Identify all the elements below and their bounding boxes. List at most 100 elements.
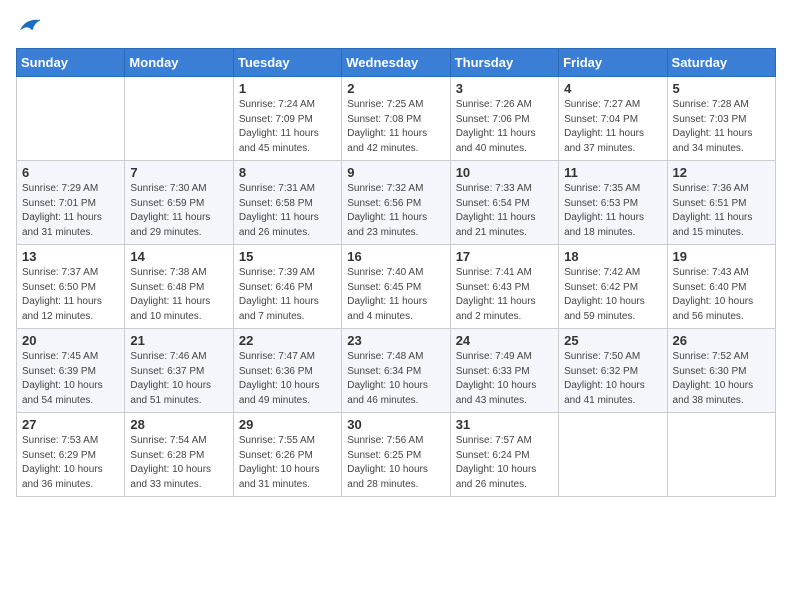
day-number: 30 [347,417,444,432]
calendar-week-row: 6Sunrise: 7:29 AM Sunset: 7:01 PM Daylig… [17,161,776,245]
calendar-cell: 23 Sunrise: 7:48 AM Sunset: 6:34 PM Dayli… [342,329,450,413]
calendar-cell: 12 Sunrise: 7:36 AM Sunset: 6:51 PM Dayli… [667,161,775,245]
calendar-cell: 15 Sunrise: 7:39 AM Sunset: 6:46 PM Dayli… [233,245,341,329]
day-info: Sunrise: 7:48 AM Sunset: 6:34 PM Dayligh… [347,350,444,408]
calendar-cell: 24 Sunrise: 7:49 AM Sunset: 6:33 PM Dayli… [450,329,558,413]
calendar-cell: 19 Sunrise: 7:43 AM Sunset: 6:40 PM Dayli… [667,245,775,329]
calendar-cell: 5Sunrise: 7:28 AM Sunset: 7:03 PM Daylig… [667,77,775,161]
calendar-header-row: SundayMondayTuesdayWednesdayThursdayFrid… [17,49,776,77]
day-number: 21 [130,333,227,348]
calendar-cell [559,413,667,497]
calendar-cell: 6Sunrise: 7:29 AM Sunset: 7:01 PM Daylig… [17,161,125,245]
day-number: 3 [456,81,553,96]
day-info: Sunrise: 7:36 AM Sunset: 6:51 PM Dayligh… [673,182,770,240]
day-info: Sunrise: 7:42 AM Sunset: 6:42 PM Dayligh… [564,266,661,324]
weekday-header: Sunday [17,49,125,77]
day-info: Sunrise: 7:33 AM Sunset: 6:54 PM Dayligh… [456,182,553,240]
day-info: Sunrise: 7:47 AM Sunset: 6:36 PM Dayligh… [239,350,336,408]
weekday-header: Tuesday [233,49,341,77]
calendar-cell: 28 Sunrise: 7:54 AM Sunset: 6:28 PM Dayli… [125,413,233,497]
page-header [16,16,776,36]
calendar-cell: 10 Sunrise: 7:33 AM Sunset: 6:54 PM Dayli… [450,161,558,245]
calendar-cell: 22 Sunrise: 7:47 AM Sunset: 6:36 PM Dayli… [233,329,341,413]
day-info: Sunrise: 7:41 AM Sunset: 6:43 PM Dayligh… [456,266,553,324]
day-info: Sunrise: 7:25 AM Sunset: 7:08 PM Dayligh… [347,98,444,156]
day-number: 10 [456,165,553,180]
day-info: Sunrise: 7:40 AM Sunset: 6:45 PM Dayligh… [347,266,444,324]
day-info: Sunrise: 7:50 AM Sunset: 6:32 PM Dayligh… [564,350,661,408]
calendar-cell: 20Sunrise: 7:45 AM Sunset: 6:39 PM Dayli… [17,329,125,413]
calendar-cell: 21 Sunrise: 7:46 AM Sunset: 6:37 PM Dayli… [125,329,233,413]
day-number: 22 [239,333,336,348]
day-info: Sunrise: 7:43 AM Sunset: 6:40 PM Dayligh… [673,266,770,324]
calendar-cell: 17 Sunrise: 7:41 AM Sunset: 6:43 PM Dayli… [450,245,558,329]
day-info: Sunrise: 7:56 AM Sunset: 6:25 PM Dayligh… [347,434,444,492]
weekday-header: Saturday [667,49,775,77]
day-number: 29 [239,417,336,432]
day-number: 19 [673,249,770,264]
calendar-week-row: 27 Sunrise: 7:53 AM Sunset: 6:29 PM Dayli… [17,413,776,497]
weekday-header: Friday [559,49,667,77]
day-number: 1 [239,81,336,96]
day-number: 25 [564,333,661,348]
day-info: Sunrise: 7:29 AM Sunset: 7:01 PM Dayligh… [22,182,119,240]
day-info: Sunrise: 7:55 AM Sunset: 6:26 PM Dayligh… [239,434,336,492]
calendar-cell: 9 Sunrise: 7:32 AM Sunset: 6:56 PM Daylig… [342,161,450,245]
calendar-week-row: 1 Sunrise: 7:24 AM Sunset: 7:09 PM Daylig… [17,77,776,161]
calendar-cell: 13 Sunrise: 7:37 AM Sunset: 6:50 PM Dayli… [17,245,125,329]
calendar-cell: 3 Sunrise: 7:26 AM Sunset: 7:06 PM Daylig… [450,77,558,161]
calendar-cell: 30 Sunrise: 7:56 AM Sunset: 6:25 PM Dayli… [342,413,450,497]
logo [16,16,42,36]
calendar-cell: 14 Sunrise: 7:38 AM Sunset: 6:48 PM Dayli… [125,245,233,329]
calendar-cell: 31Sunrise: 7:57 AM Sunset: 6:24 PM Dayli… [450,413,558,497]
day-number: 23 [347,333,444,348]
day-number: 16 [347,249,444,264]
day-number: 12 [673,165,770,180]
day-info: Sunrise: 7:54 AM Sunset: 6:28 PM Dayligh… [130,434,227,492]
day-info: Sunrise: 7:53 AM Sunset: 6:29 PM Dayligh… [22,434,119,492]
day-number: 20 [22,333,119,348]
calendar-cell: 25 Sunrise: 7:50 AM Sunset: 6:32 PM Dayli… [559,329,667,413]
calendar-table: SundayMondayTuesdayWednesdayThursdayFrid… [16,48,776,497]
day-number: 28 [130,417,227,432]
day-info: Sunrise: 7:28 AM Sunset: 7:03 PM Dayligh… [673,98,770,156]
day-number: 7 [130,165,227,180]
day-number: 4 [564,81,661,96]
day-info: Sunrise: 7:26 AM Sunset: 7:06 PM Dayligh… [456,98,553,156]
day-number: 2 [347,81,444,96]
day-number: 8 [239,165,336,180]
calendar-cell: 2 Sunrise: 7:25 AM Sunset: 7:08 PM Daylig… [342,77,450,161]
calendar-cell: 8 Sunrise: 7:31 AM Sunset: 6:58 PM Daylig… [233,161,341,245]
calendar-cell: 7Sunrise: 7:30 AM Sunset: 6:59 PM Daylig… [125,161,233,245]
day-info: Sunrise: 7:57 AM Sunset: 6:24 PM Dayligh… [456,434,553,492]
calendar-cell: 29 Sunrise: 7:55 AM Sunset: 6:26 PM Dayli… [233,413,341,497]
day-info: Sunrise: 7:32 AM Sunset: 6:56 PM Dayligh… [347,182,444,240]
day-info: Sunrise: 7:24 AM Sunset: 7:09 PM Dayligh… [239,98,336,156]
calendar-cell: 27 Sunrise: 7:53 AM Sunset: 6:29 PM Dayli… [17,413,125,497]
day-info: Sunrise: 7:52 AM Sunset: 6:30 PM Dayligh… [673,350,770,408]
day-number: 13 [22,249,119,264]
day-number: 11 [564,165,661,180]
day-info: Sunrise: 7:38 AM Sunset: 6:48 PM Dayligh… [130,266,227,324]
day-number: 27 [22,417,119,432]
day-info: Sunrise: 7:46 AM Sunset: 6:37 PM Dayligh… [130,350,227,408]
day-number: 24 [456,333,553,348]
weekday-header: Wednesday [342,49,450,77]
day-number: 14 [130,249,227,264]
day-info: Sunrise: 7:37 AM Sunset: 6:50 PM Dayligh… [22,266,119,324]
calendar-cell [125,77,233,161]
calendar-week-row: 20Sunrise: 7:45 AM Sunset: 6:39 PM Dayli… [17,329,776,413]
day-info: Sunrise: 7:39 AM Sunset: 6:46 PM Dayligh… [239,266,336,324]
day-info: Sunrise: 7:35 AM Sunset: 6:53 PM Dayligh… [564,182,661,240]
day-number: 26 [673,333,770,348]
day-number: 17 [456,249,553,264]
calendar-cell: 18Sunrise: 7:42 AM Sunset: 6:42 PM Dayli… [559,245,667,329]
day-info: Sunrise: 7:31 AM Sunset: 6:58 PM Dayligh… [239,182,336,240]
calendar-cell: 26 Sunrise: 7:52 AM Sunset: 6:30 PM Dayli… [667,329,775,413]
weekday-header: Monday [125,49,233,77]
calendar-cell [667,413,775,497]
day-number: 9 [347,165,444,180]
weekday-header: Thursday [450,49,558,77]
day-number: 15 [239,249,336,264]
day-info: Sunrise: 7:49 AM Sunset: 6:33 PM Dayligh… [456,350,553,408]
